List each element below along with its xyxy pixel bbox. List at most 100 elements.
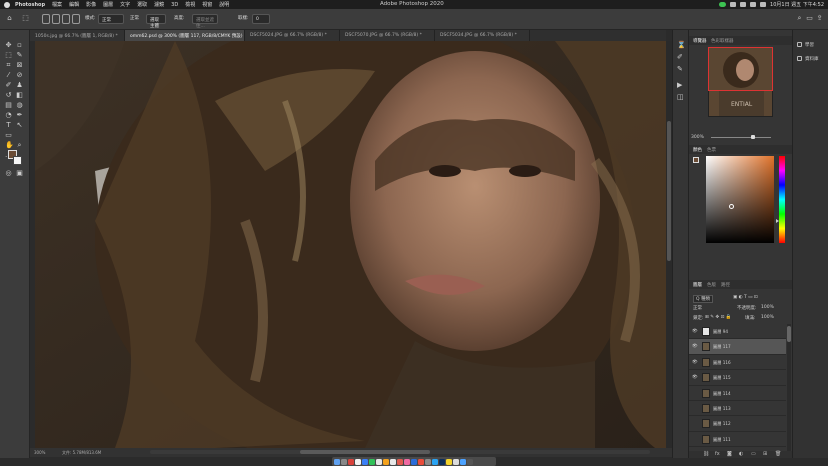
move-tool-icon[interactable]: ✥ [5,42,12,49]
canvas-horizontal-scrollbar[interactable] [150,450,650,454]
document-canvas[interactable] [35,41,666,448]
sample-all-layers-label[interactable]: 正常 [130,15,139,21]
background-color-swatch[interactable] [13,156,22,165]
hue-slider[interactable] [779,156,785,243]
new-group-icon[interactable]: ▭ [751,451,756,457]
tab-document-1[interactable]: 1050s.jpg @ 66.7% (圖層 1, RGB/8) * [30,30,125,41]
menubar-clock[interactable]: 10月1日 週五 下午4:52 [770,1,824,8]
menu-file[interactable]: 檔案 [52,1,62,8]
blur-tool-icon[interactable]: ◍ [16,102,23,109]
menu-filter[interactable]: 濾鏡 [154,1,164,8]
select-mask-button[interactable]: 選取並遮住... [192,14,218,29]
tab-swatches[interactable]: 色票 [707,147,716,153]
crop-tool-icon[interactable]: ⌗ [5,62,12,69]
navigator-zoom-slider[interactable] [711,135,771,139]
layers-scroll-thumb[interactable] [787,326,791,342]
stamp-tool-icon[interactable]: ♟ [16,82,23,89]
pen-tool-icon[interactable]: ✒ [16,112,23,119]
layer-row[interactable]: 圖層 114 [689,386,786,401]
type-tool-icon[interactable]: T [5,122,12,129]
app-dock-icon-10[interactable] [432,458,438,465]
app-dock-icon-7[interactable] [397,458,403,465]
brush-settings-icon[interactable]: ✐ [677,54,684,61]
app-dock-icon-13[interactable] [460,458,466,465]
color-panel-swatches[interactable] [693,157,702,166]
settings-dock-icon[interactable] [425,458,431,465]
eyedropper-tool-icon[interactable]: ⁄ [5,72,12,79]
history-icon[interactable]: ⌛ [677,42,686,49]
fill-value[interactable]: 100% [761,315,774,320]
tab-navigator[interactable]: 導覽器 [693,38,707,44]
layer-row[interactable]: 圖層 112 [689,416,786,432]
hscroll-thumb[interactable] [300,450,430,454]
select-subject-button[interactable]: 選取主體 [146,14,166,29]
dodge-tool-icon[interactable]: ◔ [5,112,12,119]
app-dock-icon-3[interactable] [362,458,368,465]
app-dock-icon-6[interactable] [390,458,396,465]
screen-mode-icon[interactable]: ▣ [16,170,23,177]
tab-document-3[interactable]: DSCF5024.JPG @ 66.7% (RGB/8) * [245,30,340,41]
menu-app-name[interactable]: Photoshop [15,2,45,8]
eye-icon[interactable]: 👁 [692,375,698,380]
path-select-tool-icon[interactable]: ↖ [16,122,23,129]
apple-icon[interactable] [4,1,10,8]
quick-mask-icon[interactable]: ◎ [5,170,12,177]
blend-mode-select[interactable]: 正常 [693,305,702,311]
music-dock-icon[interactable] [404,458,410,465]
marquee-tool-icon[interactable]: ⬚ [5,52,12,59]
trash-dock-icon[interactable] [467,458,473,465]
status-zoom[interactable]: 300% [34,450,45,455]
menu-3d[interactable]: 3D [171,2,178,8]
tab-color[interactable]: 顏色 [693,147,702,153]
lasso-tool-icon[interactable]: ✎ [16,52,23,59]
menu-layer[interactable]: 圖層 [103,1,113,8]
tab-document-4[interactable]: DSCF5070.JPG @ 66.7% (RGB/8) * [340,30,435,41]
actions-play-icon[interactable]: ▶ [677,82,684,89]
gradient-tool-icon[interactable]: ▤ [5,102,12,109]
filter-icons[interactable]: ▣ ◐ T ▭ ⊡ [733,295,758,300]
tab-channels[interactable]: 色版 [707,282,716,288]
eye-icon[interactable]: 👁 [692,344,698,349]
launchpad-dock-icon[interactable] [341,458,347,465]
layer-row[interactable]: 圖層 113 [689,401,786,417]
menu-select[interactable]: 選取 [137,1,147,8]
app-dock-icon-5[interactable] [383,458,389,465]
menu-help[interactable]: 說明 [219,1,229,8]
menu-type[interactable]: 文字 [120,1,130,8]
finder-dock-icon[interactable] [334,458,340,465]
tab-layers[interactable]: 圖層 [693,282,702,288]
fg-swatch[interactable] [693,157,699,163]
hue-arrow-icon[interactable] [776,219,779,223]
app-dock-icon-9[interactable] [418,458,424,465]
eye-icon[interactable]: 👁 [692,329,698,334]
photoshop-dock-icon[interactable] [439,458,445,465]
layer-row[interactable]: 👁 圖層 94 [689,324,786,340]
marquee-preset-icon[interactable]: ⬚ [22,15,29,22]
battery-icon[interactable] [730,2,737,7]
intersect-selection-icon[interactable] [72,14,80,24]
messages-dock-icon[interactable] [369,458,375,465]
app-dock-icon-8[interactable] [411,458,417,465]
delete-layer-icon[interactable]: 🗑 [775,451,781,457]
brush-tool-icon[interactable]: ✐ [5,82,12,89]
shape-tool-icon[interactable]: ▭ [5,132,12,139]
hand-tool-icon[interactable]: ✋ [5,142,14,149]
search-icon[interactable] [750,2,757,7]
libraries-panel-button[interactable]: 資料庫 [797,56,819,62]
layer-row[interactable]: 👁 圖層 115 [689,370,786,386]
navigator-view-box[interactable] [708,47,773,91]
slider-knob[interactable] [751,135,755,139]
tab-document-2-active[interactable]: omm62.psd @ 300% (圖層 117, RGB/8/CMYK 預設)… [125,30,245,41]
search-icon[interactable]: ⌕ [796,15,803,22]
navigator-zoom-value[interactable]: 300% [691,135,704,140]
style-select[interactable]: 正常 [98,14,124,24]
app-dock-icon-4[interactable] [376,458,382,465]
app-dock-icon-12[interactable] [453,458,459,465]
fx-icon[interactable]: fx [715,451,720,457]
workspace-icon[interactable]: ▭ [806,15,813,22]
link-layers-icon[interactable]: ⛓ [703,451,709,457]
app-dock-icon-11[interactable] [446,458,452,465]
layer-row-selected[interactable]: 👁 圖層 117 [689,339,786,355]
new-layer-icon[interactable]: ⊞ [763,451,767,457]
add-selection-icon[interactable] [52,14,60,24]
